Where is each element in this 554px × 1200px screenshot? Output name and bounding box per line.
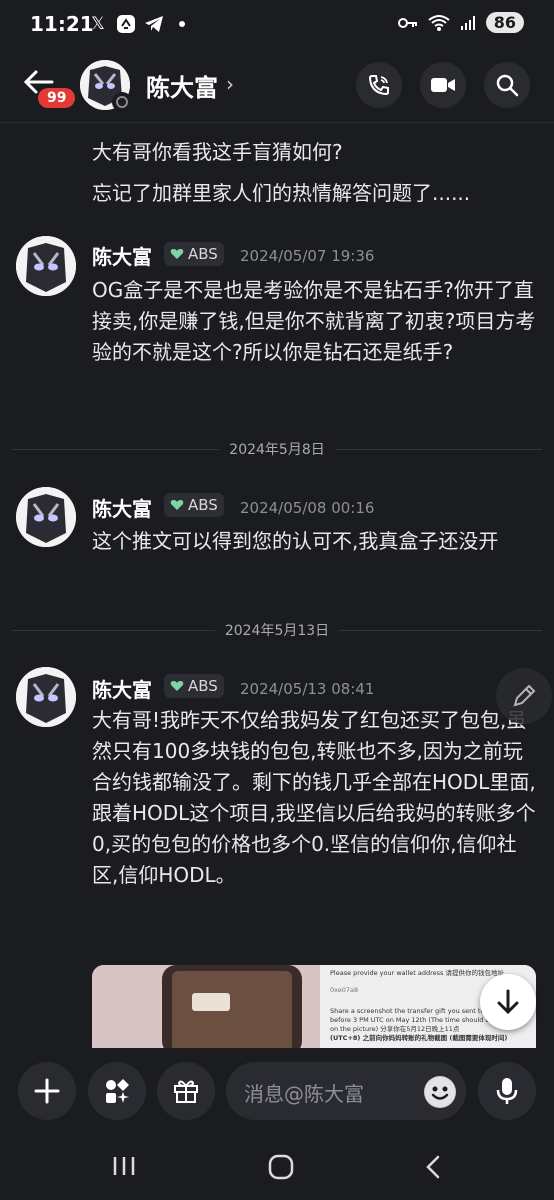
status-bar: 11:21 𝕏 86: [0, 0, 554, 50]
message-author[interactable]: 陈大富: [92, 674, 152, 703]
system-back-button[interactable]: [424, 1154, 442, 1184]
message-feed[interactable]: 大有哥你看我这手盲猜如何? 忘记了加群里家人们的热情解答问题了...... 陈大…: [0, 123, 554, 1048]
author-avatar[interactable]: [16, 667, 76, 727]
key-icon: [397, 17, 417, 28]
message-text: 大有哥你看我这手盲猜如何?: [92, 140, 343, 164]
message-timestamp: 2024/05/08 00:16: [240, 499, 375, 517]
message-timestamp: 2024/05/13 08:41: [240, 680, 375, 698]
presence-indicator: [112, 92, 132, 112]
video-call-button[interactable]: [420, 62, 466, 108]
chevron-right-icon[interactable]: ›: [226, 72, 234, 96]
date-separator-label: 2024年5月13日: [224, 623, 330, 639]
search-icon: [496, 74, 519, 97]
unread-badge: 99: [38, 88, 76, 108]
apps-icon: [106, 1079, 129, 1103]
chevron-left-icon: [426, 1155, 440, 1179]
chat-header: 陈大富 ›: [0, 52, 554, 122]
message-author[interactable]: 陈大富: [92, 241, 152, 270]
scroll-to-bottom-button[interactable]: [480, 974, 536, 1030]
role-tag[interactable]: ABS: [164, 242, 224, 266]
date-separator: 2024年5月8日: [12, 438, 543, 460]
message-author[interactable]: 陈大富: [92, 493, 152, 522]
date-separator: 2024年5月13日: [12, 619, 543, 641]
add-attachment-button[interactable]: [18, 1062, 76, 1120]
wifi-icon: [428, 14, 450, 31]
image-attachment[interactable]: Please provide your wallet address 请提供你的…: [92, 965, 536, 1048]
author-avatar[interactable]: [16, 236, 76, 296]
home-button[interactable]: [268, 1154, 294, 1184]
apps-button[interactable]: [88, 1062, 146, 1120]
heart-icon: [170, 500, 184, 510]
dot-icon: [172, 14, 192, 34]
message-body: OG盒子是不是也是考验你是不是钻石手?你开了直接卖,你是赚了钱,但是你不就背离了…: [92, 278, 536, 364]
search-button[interactable]: [484, 62, 530, 108]
system-navigation-bar: [0, 1138, 554, 1200]
telegram-icon: [144, 14, 164, 34]
emoji-button[interactable]: [424, 1076, 456, 1108]
phone-icon: [368, 75, 389, 96]
status-time: 11:21: [30, 12, 94, 36]
role-tag-label: ABS: [188, 245, 218, 263]
pencil-icon: [513, 684, 536, 707]
recent-apps-icon: [113, 1157, 135, 1175]
heart-icon: [170, 681, 184, 691]
contact-name[interactable]: 陈大富: [146, 68, 218, 103]
message-timestamp: 2024/05/07 19:36: [240, 247, 375, 265]
gift-icon: [174, 1080, 198, 1103]
shortcut-app-icon: [116, 14, 136, 34]
system-icons: 86: [397, 12, 524, 33]
message-input[interactable]: 消息@陈大富: [226, 1062, 466, 1120]
microphone-icon: [496, 1078, 518, 1104]
video-camera-icon: [431, 78, 455, 92]
home-icon: [268, 1154, 294, 1180]
role-tag[interactable]: ABS: [164, 674, 224, 698]
x-app-icon: 𝕏: [91, 14, 105, 34]
arrow-down-icon: [497, 989, 519, 1015]
message-body: 大有哥!我昨天不仅给我妈发了红包还买了包包,虽然只有100多块钱的包包,转账也不…: [92, 708, 536, 887]
voice-call-button[interactable]: [356, 62, 402, 108]
battery-level: 86: [485, 12, 524, 33]
role-tag-label: ABS: [188, 496, 218, 514]
emoji-icon: [425, 1077, 455, 1107]
message-input-placeholder: 消息@陈大富: [244, 1082, 364, 1106]
role-tag-label: ABS: [188, 677, 218, 695]
author-avatar[interactable]: [16, 487, 76, 547]
signal-icon: [460, 15, 475, 30]
heart-icon: [170, 249, 184, 259]
gift-button[interactable]: [157, 1062, 215, 1120]
role-tag[interactable]: ABS: [164, 493, 224, 517]
notification-icons: 𝕏: [88, 14, 192, 34]
message-text: 忘记了加群里家人们的热情解答问题了......: [92, 181, 471, 205]
recent-apps-button[interactable]: [112, 1154, 136, 1182]
date-separator-label: 2024年5月8日: [229, 442, 325, 458]
plus-icon: [34, 1078, 60, 1104]
message-composer: 消息@陈大富: [0, 1048, 554, 1138]
voice-message-button[interactable]: [478, 1062, 536, 1120]
message-body: 这个推文可以得到您的认可不,我真盒子还没开: [92, 529, 499, 553]
edit-button[interactable]: [496, 668, 552, 724]
